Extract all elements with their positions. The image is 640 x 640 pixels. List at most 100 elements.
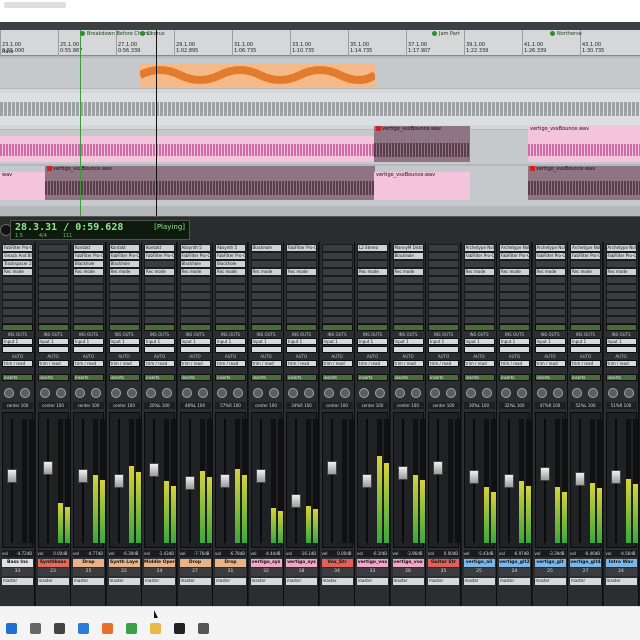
- insert-slot[interactable]: Rec mode: [250, 268, 282, 276]
- input-selector[interactable]: Input 1: [534, 338, 566, 345]
- insert-slot[interactable]: [215, 284, 246, 292]
- volume-fader[interactable]: [575, 471, 585, 486]
- send-button[interactable]: [286, 324, 317, 331]
- insert-slot[interactable]: FabFilter Pro-C: [570, 252, 601, 260]
- insert-slot[interactable]: [499, 276, 530, 284]
- insert-slot[interactable]: [321, 252, 353, 260]
- input-selector[interactable]: Input 1: [570, 338, 601, 345]
- insert-slot[interactable]: L2 Stereo: [357, 244, 388, 252]
- pan-knob-left[interactable]: [217, 388, 227, 398]
- insert-slot[interactable]: [144, 276, 175, 284]
- folder-icon[interactable]: [150, 623, 161, 634]
- volume-fader[interactable]: [397, 466, 408, 481]
- pan-knob-left[interactable]: [181, 388, 192, 398]
- pan-knob-left[interactable]: [394, 388, 405, 398]
- insert-slot[interactable]: [179, 292, 211, 300]
- insert-slot[interactable]: Kontakt: [73, 244, 104, 252]
- track-name[interactable]: vertigo_git: [534, 559, 566, 567]
- insert-slot[interactable]: [37, 284, 69, 292]
- pan-knob-right[interactable]: [197, 388, 208, 398]
- input-selector[interactable]: Input 1: [321, 338, 353, 345]
- insert-slot[interactable]: [144, 284, 175, 292]
- input-selector[interactable]: Input 1: [392, 338, 424, 345]
- send-button[interactable]: [463, 324, 495, 331]
- insert-slot[interactable]: Absynth 5: [179, 244, 211, 252]
- main-counter[interactable]: 28.3.31 / 0:59.628 [Playing] 1.5 4/4 111: [10, 220, 190, 240]
- send-button[interactable]: [392, 324, 424, 331]
- volume-fader[interactable]: [362, 474, 372, 488]
- audio-clip-vertigo-c[interactable]: vertigo_vsxBounce.wav: [45, 166, 375, 200]
- insert-slot[interactable]: Blackhole: [73, 260, 104, 268]
- playhead[interactable]: [156, 30, 157, 216]
- audio-clip-grey[interactable]: [0, 93, 640, 125]
- pan-knob-left[interactable]: [607, 388, 618, 398]
- insert-slot[interactable]: Rec mode: [570, 268, 601, 276]
- firefox-icon[interactable]: [102, 623, 113, 634]
- output-selector[interactable]: [250, 346, 282, 353]
- insert-slot[interactable]: [605, 300, 637, 308]
- insert-slot[interactable]: [108, 300, 140, 308]
- pan-knob-right[interactable]: [126, 388, 137, 398]
- send-button[interactable]: [428, 324, 459, 331]
- track-name[interactable]: vertigo_vox: [392, 559, 424, 567]
- output-bus[interactable]: master: [215, 578, 246, 585]
- audio-clip-vertigo-a[interactable]: vertigo_vsxBounce.wav: [374, 126, 470, 162]
- volume-fader[interactable]: [291, 493, 301, 508]
- insert-slot[interactable]: Archetype Nolt: [534, 244, 566, 252]
- automation-mode[interactable]: trim / read: [321, 360, 353, 367]
- send-button[interactable]: [37, 324, 69, 331]
- output-selector[interactable]: [2, 346, 33, 353]
- send-button[interactable]: [108, 324, 140, 331]
- send-button[interactable]: [357, 324, 388, 331]
- track-lane-1[interactable]: [0, 58, 640, 88]
- insert-slot[interactable]: [250, 292, 282, 300]
- insert-slot[interactable]: [357, 292, 388, 300]
- pan-knob-left[interactable]: [146, 388, 156, 398]
- pan-knob-left[interactable]: [465, 388, 476, 398]
- insert-slot[interactable]: [428, 244, 459, 252]
- track-name[interactable]: vertigo_ali: [463, 559, 495, 567]
- edge-icon[interactable]: [78, 623, 89, 634]
- insert-slot[interactable]: [73, 308, 104, 316]
- pan-knob-right[interactable]: [375, 388, 385, 398]
- insert-slot[interactable]: Archetype Nolt: [463, 244, 495, 252]
- pan-knob-left[interactable]: [359, 388, 369, 398]
- inserts-button[interactable]: inserts: [250, 374, 282, 381]
- clock-icon[interactable]: [198, 623, 209, 634]
- insert-slot[interactable]: [534, 284, 566, 292]
- insert-slot[interactable]: [392, 308, 424, 316]
- insert-slot[interactable]: [2, 316, 33, 324]
- insert-slot[interactable]: MannyM Distor: [392, 244, 424, 252]
- insert-slot[interactable]: [605, 308, 637, 316]
- windows-icon[interactable]: [6, 623, 17, 634]
- inserts-button[interactable]: inserts: [499, 374, 530, 381]
- insert-slot[interactable]: FabFilter Pro-C: [2, 244, 33, 252]
- insert-slot[interactable]: [2, 308, 33, 316]
- send-button[interactable]: [570, 324, 601, 331]
- insert-slot[interactable]: [428, 268, 459, 276]
- output-selector[interactable]: [73, 346, 104, 353]
- insert-slot[interactable]: [250, 252, 282, 260]
- track-name[interactable]: Drop: [215, 559, 246, 567]
- insert-slot[interactable]: [357, 276, 388, 284]
- insert-slot[interactable]: [286, 316, 317, 324]
- insert-slot[interactable]: [250, 308, 282, 316]
- inserts-button[interactable]: inserts: [215, 374, 246, 381]
- insert-slot[interactable]: [605, 260, 637, 268]
- output-selector[interactable]: [428, 346, 459, 353]
- insert-slot[interactable]: Blackhole: [250, 244, 282, 252]
- insert-slot[interactable]: [37, 300, 69, 308]
- insert-slot[interactable]: [2, 292, 33, 300]
- insert-slot[interactable]: [37, 292, 69, 300]
- input-selector[interactable]: Input 1: [37, 338, 69, 345]
- insert-slot[interactable]: [570, 316, 601, 324]
- track-name[interactable]: vertigo_sys: [250, 559, 282, 567]
- volume-fader[interactable]: [7, 468, 17, 483]
- insert-slot[interactable]: Rec mode: [2, 268, 33, 276]
- automation-mode[interactable]: trim / read: [215, 360, 246, 367]
- insert-slot[interactable]: [321, 244, 353, 252]
- track-name[interactable]: vertigo_sys: [286, 559, 317, 567]
- output-bus[interactable]: master: [73, 578, 104, 585]
- output-selector[interactable]: [534, 346, 566, 353]
- volume-fader[interactable]: [468, 469, 479, 484]
